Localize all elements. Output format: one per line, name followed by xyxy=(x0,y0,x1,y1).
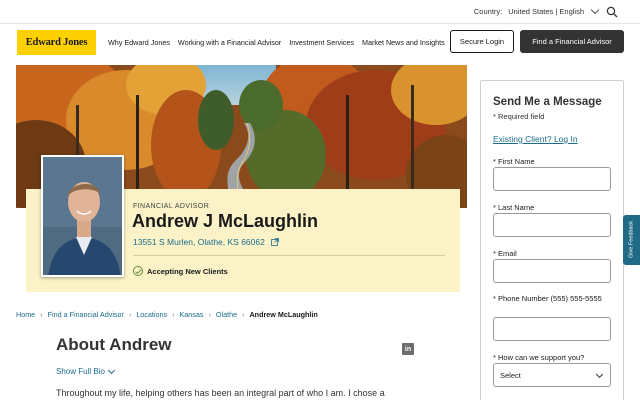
find-advisor-button[interactable]: Find a Financial Advisor xyxy=(520,30,624,53)
advisor-role: FINANCIAL ADVISOR xyxy=(133,203,210,210)
about-title: About Andrew xyxy=(56,335,172,354)
external-link-icon xyxy=(270,238,279,246)
breadcrumb-kansas[interactable]: Kansas xyxy=(180,310,204,319)
main-nav: Edward Jones Why Edward Jones Working wi… xyxy=(0,25,640,61)
utility-bar: Country: United States | English xyxy=(0,0,640,24)
breadcrumb-separator: › xyxy=(128,310,132,319)
existing-client-login-link[interactable]: Existing Client? Log In xyxy=(493,134,578,144)
card-divider xyxy=(133,255,445,256)
show-full-bio-button[interactable]: Show Full Bio xyxy=(56,366,115,376)
phone-label: * Phone Number (555) 555-5555 xyxy=(493,294,602,303)
secure-login-button[interactable]: Secure Login xyxy=(450,30,514,53)
bio-text: Throughout my life, helping others has b… xyxy=(56,388,385,398)
support-select[interactable]: Select xyxy=(493,363,611,387)
accepting-clients-badge: Accepting New Clients xyxy=(133,266,228,276)
phone-field[interactable] xyxy=(493,317,611,341)
breadcrumb-find[interactable]: Find a Financial Advisor xyxy=(48,310,124,319)
advisor-name: Andrew J McLaughlin xyxy=(132,211,319,231)
chevron-down-icon xyxy=(595,370,604,379)
edward-jones-logo[interactable]: Edward Jones xyxy=(17,30,96,55)
linkedin-icon[interactable]: in xyxy=(402,343,414,355)
nav-link-working[interactable]: Working with a Financial Advisor xyxy=(178,38,281,47)
support-select-value: Select xyxy=(500,370,521,380)
form-title: Send Me a Message xyxy=(493,96,602,108)
message-form: Send Me a Message * Required field Exist… xyxy=(480,80,624,400)
nav-link-market[interactable]: Market News and Insights xyxy=(362,38,445,47)
required-note: * Required field xyxy=(493,112,545,121)
breadcrumb-olathe[interactable]: Olathe xyxy=(216,310,237,319)
breadcrumb-separator: › xyxy=(172,310,175,319)
breadcrumb: Home › Find a Financial Advisor › Locati… xyxy=(16,310,318,319)
advisor-address-link[interactable]: 13551 S Murlen, Olathe, KS 66062 xyxy=(133,237,279,247)
advisor-photo xyxy=(41,155,124,277)
search-icon[interactable] xyxy=(606,6,618,18)
breadcrumb-separator: › xyxy=(208,310,211,319)
first-name-field[interactable] xyxy=(493,167,611,191)
breadcrumb-separator: › xyxy=(242,310,245,319)
country-label: Country: xyxy=(473,7,503,16)
show-bio-label: Show Full Bio xyxy=(56,367,105,376)
page: Country: United States | English Edward … xyxy=(0,0,640,400)
nav-link-why[interactable]: Why Edward Jones xyxy=(108,38,170,47)
breadcrumb-current: Andrew McLaughlin xyxy=(249,310,318,319)
nav-link-investment[interactable]: Investment Services xyxy=(289,38,354,47)
email-field[interactable] xyxy=(493,259,611,283)
address-text: 13551 S Murlen, Olathe, KS 66062 xyxy=(133,237,265,247)
check-circle-icon xyxy=(133,266,143,276)
nav-links: Why Edward Jones Working with a Financia… xyxy=(108,38,445,47)
country-selector[interactable]: Country: United States | English xyxy=(473,5,600,16)
give-feedback-tab[interactable]: Give Feedback xyxy=(623,215,640,265)
chevron-down-icon xyxy=(107,366,115,374)
breadcrumb-separator: › xyxy=(40,310,43,319)
chevron-down-icon xyxy=(590,5,600,15)
country-value: United States | English xyxy=(508,7,584,16)
breadcrumb-locations[interactable]: Locations xyxy=(136,310,167,319)
last-name-field[interactable] xyxy=(493,213,611,237)
breadcrumb-home[interactable]: Home xyxy=(16,310,35,319)
accepting-text: Accepting New Clients xyxy=(147,266,228,276)
